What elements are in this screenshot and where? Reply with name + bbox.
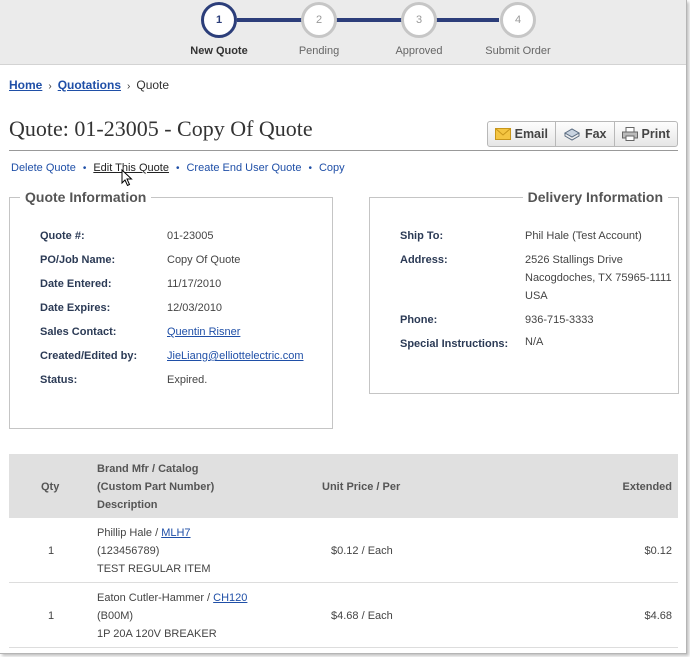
email-button-label: Email [514, 127, 548, 141]
step-pending: 2 Pending [269, 2, 369, 57]
step-number: 1 [201, 2, 237, 38]
field-value: 936-715-3333 [525, 314, 594, 326]
field-value: N/A [525, 336, 544, 348]
address-line: Nacogdoches, TX 75965-1111 [525, 272, 672, 284]
quote-items-table: Qty Brand Mfr / Catalog (Custom Part Num… [9, 454, 678, 648]
brand-name: Eaton Cutler-Hammer / [97, 592, 214, 604]
field-label: Phone: [400, 314, 438, 326]
extended-cell: $0.12 [644, 545, 672, 557]
email-button[interactable]: Email [488, 122, 556, 146]
print-button[interactable]: Print [615, 122, 677, 146]
field-value: 12/03/2010 [167, 302, 223, 314]
sales-contact-link[interactable]: Quentin Risner [167, 326, 240, 338]
qty-cell: 1 [48, 610, 55, 622]
table-row: 1 Phillip Hale / MLH7 (123456789) TEST R… [9, 518, 678, 583]
field-value: Quentin Risner [167, 323, 240, 341]
field-label: PO/Job Name: [40, 254, 116, 266]
copy-link[interactable]: Copy [319, 162, 345, 174]
status-value: Expired. [167, 374, 208, 386]
table-row: 1 Eaton Cutler-Hammer / CH120 (B00M) 1P … [9, 583, 678, 648]
qty-cell: 1 [48, 545, 55, 557]
table-header: Qty Brand Mfr / Catalog (Custom Part Num… [9, 454, 678, 518]
fax-button-label: Fax [584, 127, 607, 141]
link-separator: • [308, 163, 312, 174]
delivery-information-panel: Delivery Information Ship To: Phil Hale … [369, 189, 679, 394]
step-label: Approved [395, 45, 443, 57]
address-line: 2526 Stallings Drive [525, 254, 623, 266]
breadcrumb-separator: › [48, 81, 52, 92]
quote-information-heading: Quote Information [20, 189, 152, 205]
field-value: Phil Hale (Test Account) [525, 230, 642, 242]
brand-header-line2: (Custom Part Number) [97, 481, 215, 493]
app-frame: 1 New Quote 2 Pending 3 Approved 4 Submi… [0, 0, 687, 654]
custom-part-cell: (123456789) [97, 545, 160, 557]
breadcrumb-separator: › [127, 81, 131, 92]
field-label: Date Entered: [40, 278, 112, 290]
step-new-quote: 1 New Quote [169, 2, 269, 57]
field-label: Ship To: [400, 230, 444, 242]
step-submit-order: 4 Submit Order [468, 2, 568, 57]
breadcrumb-current: Quote [136, 78, 170, 92]
breadcrumb: Home › Quotations › Quote [9, 78, 169, 92]
field-label: Date Expires: [40, 302, 111, 314]
field-label: Status: [40, 374, 78, 386]
field-label: Address: [400, 254, 448, 266]
extended-header: Extended [622, 481, 672, 493]
unit-price-header: Unit Price / Per [322, 481, 401, 493]
field-value: 11/17/2010 [167, 278, 222, 290]
brand-name: Phillip Hale / [97, 527, 162, 539]
field-label: Special Instructions: [400, 338, 509, 350]
step-approved: 3 Approved [369, 2, 469, 57]
unit-price-cell: $4.68 / Each [331, 610, 393, 622]
qty-header: Qty [41, 481, 60, 493]
field-label: Quote #: [40, 230, 85, 242]
page-title: Quote: 01-23005 - Copy Of Quote [9, 116, 313, 141]
printer-icon [621, 127, 638, 141]
brand-cell: Phillip Hale / MLH7 [97, 527, 191, 539]
custom-part-cell: (B00M) [97, 610, 134, 622]
title-divider [9, 150, 678, 151]
step-label: Pending [298, 45, 340, 57]
fax-button[interactable]: Fax [556, 122, 615, 146]
brand-cell: Eaton Cutler-Hammer / CH120 [97, 592, 247, 604]
step-number: 4 [500, 2, 536, 38]
catalog-link[interactable]: CH120 [213, 592, 247, 604]
delivery-information-heading: Delivery Information [522, 189, 668, 205]
field-label: Created/Edited by: [40, 350, 138, 362]
quote-actions-links: Delete Quote • Edit This Quote • Create End … [11, 162, 345, 174]
brand-header-line1: Brand Mfr / Catalog [97, 463, 199, 475]
print-button-label: Print [641, 127, 670, 141]
address-line: USA [525, 290, 548, 302]
link-separator: • [82, 163, 87, 174]
catalog-link[interactable]: MLH7 [161, 527, 190, 539]
step-number: 2 [301, 2, 337, 38]
description-cell: 1P 20A 120V BREAKER [97, 628, 217, 640]
field-value: 01-23005 [167, 230, 214, 242]
quote-information-panel: Quote Information Quote #: 01-23005 PO/J… [9, 189, 333, 429]
envelope-icon [494, 128, 511, 140]
extended-cell: $4.68 [644, 610, 672, 622]
link-separator: • [175, 163, 180, 174]
create-end-user-quote-link[interactable]: Create End User Quote [186, 162, 301, 174]
delete-quote-link[interactable]: Delete Quote [11, 162, 76, 174]
breadcrumb-quotations-link[interactable]: Quotations [58, 78, 121, 92]
description-cell: TEST REGULAR ITEM [97, 563, 211, 575]
brand-header-line3: Description [97, 499, 158, 511]
fax-icon [563, 127, 581, 141]
created-by-email-link[interactable]: JieLiang@elliottelectric.com [167, 350, 304, 362]
field-value: Copy Of Quote [167, 254, 241, 266]
breadcrumb-home-link[interactable]: Home [9, 78, 42, 92]
step-number: 3 [401, 2, 437, 38]
unit-price-cell: $0.12 / Each [331, 545, 393, 557]
field-label: Sales Contact: [40, 326, 117, 338]
step-label: New Quote [190, 45, 248, 57]
action-button-group: Email Fax Print [486, 121, 678, 147]
step-label: Submit Order [485, 45, 551, 57]
progress-stepper: 1 New Quote 2 Pending 3 Approved 4 Submi… [0, 0, 686, 65]
field-value: JieLiang@elliottelectric.com [167, 347, 304, 365]
